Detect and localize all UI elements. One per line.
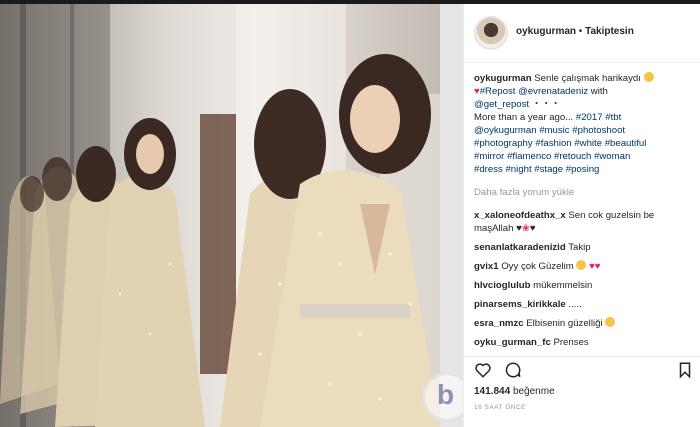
post-actions: [464, 356, 700, 383]
hashtag[interactable]: #2017: [576, 112, 603, 123]
hashtag[interactable]: #dress: [474, 164, 503, 175]
heart-icon[interactable]: [474, 361, 492, 379]
comment-icon[interactable]: [504, 361, 522, 379]
load-more-comments[interactable]: Daha fazla yorum yükle: [474, 186, 694, 199]
header-separator: •: [578, 26, 583, 37]
black-heart-emoji-icon: ♥: [529, 223, 536, 234]
post-photo[interactable]: b: [0, 4, 463, 427]
follow-status[interactable]: Takiptesin: [585, 26, 634, 37]
heart-eyes-emoji-icon: [605, 317, 616, 327]
comments-section: oykugurman Senle çalışmak harikaydı ♥ #Re…: [474, 72, 694, 355]
comment: hlvcioglulub mükemmelsin: [474, 279, 694, 292]
comment: oyku_gurman_fc Prenses: [474, 336, 694, 349]
post-time: 16 SAAT ÖNCE: [474, 404, 526, 411]
comment-username[interactable]: esra_nmzc: [474, 318, 524, 329]
post-side-panel: oykugurman • Takiptesin oykugurman Senle…: [463, 4, 700, 427]
caption-mention-repost[interactable]: @get_repost: [474, 99, 529, 110]
hashtag[interactable]: #retouch: [554, 151, 591, 162]
bookmark-icon[interactable]: [676, 361, 694, 379]
hashtag[interactable]: #music: [539, 125, 569, 136]
hashtag[interactable]: #tbt: [605, 112, 621, 123]
comment-username[interactable]: oyku_gurman_fc: [474, 337, 551, 348]
comment: esra_nmzc Elbisenin güzelliği: [474, 317, 694, 330]
hashtag[interactable]: #woman: [594, 151, 630, 162]
hashtag[interactable]: #photography: [474, 138, 533, 149]
caption-repost-tag[interactable]: #Repost: [480, 86, 516, 97]
comment-username[interactable]: x_xaloneofdeathx_x: [474, 210, 566, 221]
comment-text: Prenses: [553, 337, 589, 348]
comment: pinarsems_kirikkale .....: [474, 298, 694, 311]
avatar[interactable]: [474, 16, 508, 50]
comment-username[interactable]: senanlatkaradenizid: [474, 242, 566, 253]
caption-username[interactable]: oykugurman: [474, 73, 532, 84]
like-count[interactable]: 141.844 beğenme: [474, 386, 555, 397]
heart-emoji-icon: ♥♥: [589, 261, 601, 272]
hashtag[interactable]: #mirror: [474, 151, 504, 162]
comment-text: Oyy çok Güzelim: [501, 261, 574, 272]
hashtag[interactable]: #night: [505, 164, 531, 175]
hashtag[interactable]: @oykugurman: [474, 125, 537, 136]
flower-emoji-icon: ❀: [521, 223, 530, 234]
comment-text: Elbisenin güzelliği: [526, 318, 603, 329]
comment-username[interactable]: gvix1: [474, 261, 499, 272]
post-header: oykugurman • Takiptesin: [464, 4, 700, 63]
photo-illustration: [0, 4, 463, 427]
smile-emoji-icon: [643, 72, 654, 82]
caption-with: with: [590, 86, 608, 97]
comment-text: mükemmelsin: [533, 280, 593, 291]
hashtag[interactable]: #beautiful: [605, 138, 647, 149]
hashtag[interactable]: #flamenco: [507, 151, 551, 162]
hashtag[interactable]: #white: [574, 138, 602, 149]
header-username[interactable]: oykugurman: [516, 26, 576, 37]
hashtag[interactable]: #posing: [566, 164, 600, 175]
comment: x_xaloneofdeathx_x Sen cok guzelsin be m…: [474, 209, 694, 235]
hashtag[interactable]: #stage: [534, 164, 563, 175]
comment-username[interactable]: pinarsems_kirikkale: [474, 299, 566, 310]
comment: senanlatkaradenizid Takip: [474, 241, 694, 254]
comment-text: .....: [568, 299, 582, 310]
caption-dots: ・・・: [531, 99, 561, 110]
comment-username[interactable]: hlvcioglulub: [474, 280, 531, 291]
header-user-line: oykugurman • Takiptesin: [516, 26, 634, 37]
caption-line1: Senle çalışmak harikaydı: [534, 73, 641, 84]
caption-line4: More than a year ago...: [474, 112, 574, 123]
crying-emoji-icon: [576, 260, 587, 270]
like-count-label: beğenme: [512, 386, 555, 397]
watermark-letter: b: [437, 379, 455, 410]
caption-mention[interactable]: @evrenatadeniz: [518, 86, 588, 97]
hashtag[interactable]: #fashion: [535, 138, 571, 149]
caption: oykugurman Senle çalışmak harikaydı ♥#Re…: [474, 72, 694, 176]
comment-text: Takip: [568, 242, 591, 253]
comment: gvix1 Oyy çok Güzelim ♥♥: [474, 260, 694, 273]
hashtag[interactable]: #photoshoot: [572, 125, 625, 136]
like-count-value: 141.844: [474, 386, 511, 397]
